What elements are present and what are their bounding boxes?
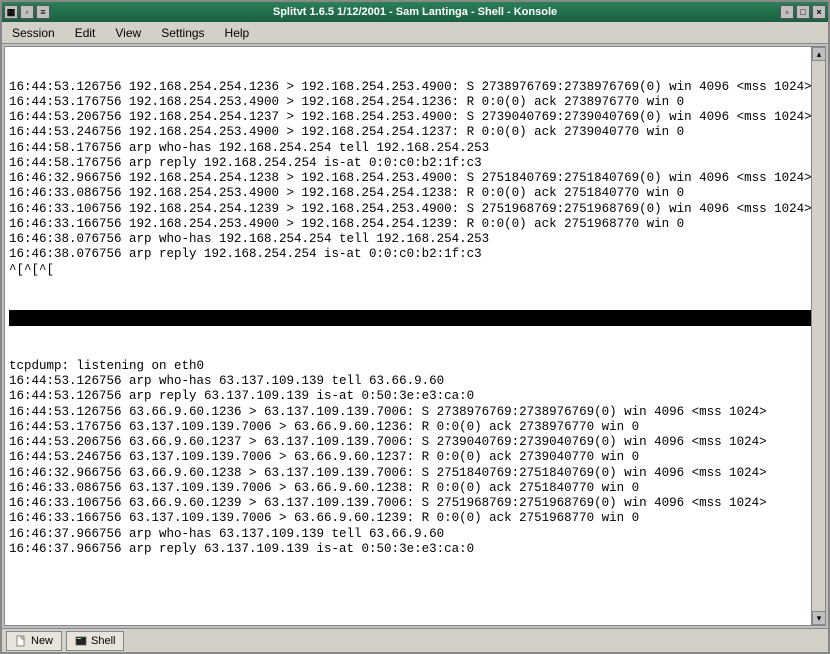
scroll-down-icon[interactable]: ▾ [812,611,826,625]
menu-session[interactable]: Session [8,24,59,42]
terminal-line: 16:46:33.106756 192.168.254.254.1239 > 1… [9,202,821,217]
terminal-line: 16:46:32.966756 63.66.9.60.1238 > 63.137… [9,466,821,481]
konsole-window: ▦ ◦ ≡ Splitvt 1.6.5 1/12/2001 - Sam Lant… [0,0,830,654]
terminal-line: 16:44:58.176756 arp reply 192.168.254.25… [9,156,821,171]
scrollbar[interactable]: ▴ ▾ [811,47,825,625]
terminal-line: 16:46:33.166756 63.137.109.139.7006 > 63… [9,511,821,526]
terminal-line: 16:44:53.126756 arp who-has 63.137.109.1… [9,374,821,389]
minimize-icon[interactable]: ▫ [780,5,794,19]
terminal-line: 16:44:53.176756 63.137.109.139.7006 > 63… [9,420,821,435]
window-title: Splitvt 1.6.5 1/12/2001 - Sam Lantinga -… [52,6,778,18]
terminal-line: 16:46:33.166756 192.168.254.253.4900 > 1… [9,217,821,232]
terminal-line: 16:44:53.126756 63.66.9.60.1236 > 63.137… [9,405,821,420]
titlebar-right-buttons: ▫ □ × [778,5,828,19]
menu-help[interactable]: Help [221,24,254,42]
terminal-line: 16:46:37.966756 arp reply 63.137.109.139… [9,542,821,557]
terminal-area[interactable]: 16:44:53.126756 192.168.254.254.1236 > 1… [4,46,826,626]
terminal-line: 16:44:53.246756 192.168.254.253.4900 > 1… [9,125,821,140]
terminal-line: 16:44:53.126756 arp reply 63.137.109.139… [9,389,821,404]
terminal-line: 16:46:32.966756 192.168.254.254.1238 > 1… [9,171,821,186]
terminal-line: ^[^[^[ [9,263,821,278]
sticky-icon[interactable]: ◦ [20,5,34,19]
terminal-line: 16:46:38.076756 arp reply 192.168.254.25… [9,247,821,262]
terminal-line: 16:46:38.076756 arp who-has 192.168.254.… [9,232,821,247]
terminal-line: 16:46:33.106756 63.66.9.60.1239 > 63.137… [9,496,821,511]
terminal-line: 16:44:53.206756 63.66.9.60.1237 > 63.137… [9,435,821,450]
new-doc-icon [15,635,27,647]
titlebar: ▦ ◦ ≡ Splitvt 1.6.5 1/12/2001 - Sam Lant… [2,2,828,22]
terminal-upper-pane: 16:44:53.126756 192.168.254.254.1236 > 1… [9,80,821,278]
new-tab-label: New [31,635,53,647]
terminal-content: 16:44:53.126756 192.168.254.254.1236 > 1… [5,47,825,590]
scroll-up-icon[interactable]: ▴ [812,47,826,61]
new-tab-button[interactable]: New [6,631,62,651]
terminal-line: 16:44:53.126756 192.168.254.254.1236 > 1… [9,80,821,95]
pin-icon[interactable]: ≡ [36,5,50,19]
menubar: Session Edit View Settings Help [2,22,828,44]
titlebar-left-buttons: ▦ ◦ ≡ [2,5,52,19]
shell-tab-label: Shell [91,635,115,647]
shell-tab-button[interactable]: Shell [66,631,124,651]
menu-view[interactable]: View [111,24,145,42]
shell-icon [75,635,87,647]
terminal-lower-pane: tcpdump: listening on eth016:44:53.12675… [9,359,821,557]
bottom-tabs: New Shell [2,628,828,652]
menu-icon[interactable]: ▦ [4,5,18,19]
split-divider [9,310,821,326]
terminal-line: 16:46:37.966756 arp who-has 63.137.109.1… [9,527,821,542]
close-icon[interactable]: × [812,5,826,19]
terminal-line: 16:44:53.206756 192.168.254.254.1237 > 1… [9,110,821,125]
terminal-line: 16:44:58.176756 arp who-has 192.168.254.… [9,141,821,156]
maximize-icon[interactable]: □ [796,5,810,19]
terminal-line: 16:44:53.246756 63.137.109.139.7006 > 63… [9,450,821,465]
terminal-line: 16:46:33.086756 63.137.109.139.7006 > 63… [9,481,821,496]
terminal-line: 16:46:33.086756 192.168.254.253.4900 > 1… [9,186,821,201]
menu-settings[interactable]: Settings [157,24,208,42]
terminal-line: tcpdump: listening on eth0 [9,359,821,374]
terminal-line: 16:44:53.176756 192.168.254.253.4900 > 1… [9,95,821,110]
menu-edit[interactable]: Edit [71,24,100,42]
